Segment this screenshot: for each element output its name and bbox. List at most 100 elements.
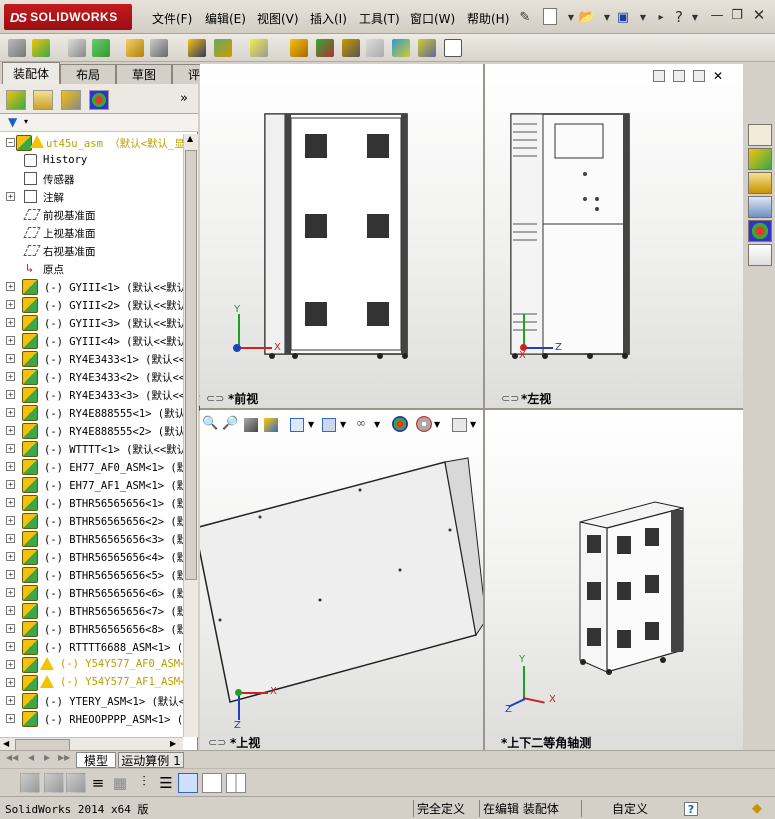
tree-item[interactable]: + (-) GYIII<2> (默认<<默认 bbox=[0, 296, 183, 314]
expand-toggle[interactable]: + bbox=[6, 282, 15, 291]
expand-toggle[interactable]: + bbox=[6, 462, 15, 471]
single-viewport-icon[interactable] bbox=[178, 773, 198, 793]
configuration-manager-icon[interactable] bbox=[61, 90, 81, 110]
tree-item[interactable]: + (-) RHEOOPPPP_ASM<1> (默 bbox=[0, 710, 183, 728]
tab-layout[interactable]: 布局 bbox=[60, 64, 116, 84]
tree-item[interactable]: History bbox=[0, 152, 183, 170]
list-icon[interactable]: ≡ bbox=[88, 773, 108, 793]
tree-item[interactable]: + (-) RY4E3433<1> (默认<< bbox=[0, 350, 183, 368]
appearances-scenes-icon[interactable] bbox=[748, 220, 772, 242]
mate-icon[interactable] bbox=[68, 39, 86, 57]
view-orientation-icon[interactable] bbox=[290, 418, 304, 432]
snapshot-icon[interactable] bbox=[444, 39, 462, 57]
scroll-left-icon[interactable]: ◀ bbox=[3, 739, 9, 748]
options-icon[interactable] bbox=[44, 773, 64, 793]
tree-vertical-scrollbar[interactable]: ▲ bbox=[183, 134, 198, 737]
single-view-icon[interactable] bbox=[653, 70, 665, 82]
next-tab-icon[interactable]: ▶ bbox=[44, 753, 50, 762]
zoom-to-fit-icon[interactable]: 🔍 bbox=[202, 416, 220, 434]
viewport-top[interactable]: X Z ⊂⊃ *上视 bbox=[200, 410, 483, 750]
tree-item[interactable]: + 注解 bbox=[0, 188, 183, 206]
hide-show-items-icon[interactable]: ∞ bbox=[356, 416, 374, 434]
pin-icon[interactable]: ✎ bbox=[516, 8, 534, 26]
tree-item[interactable]: + (-) RY4E888555<1> (默认 bbox=[0, 404, 183, 422]
restore-view-icon[interactable] bbox=[693, 70, 705, 82]
collapse-toggle[interactable]: − bbox=[6, 138, 15, 147]
tree-item[interactable]: + (-) BTHR56565656<7> (默 bbox=[0, 602, 183, 620]
expand-toggle[interactable]: + bbox=[6, 318, 15, 327]
tab-model[interactable]: 模型 bbox=[76, 752, 116, 768]
tree-item[interactable]: + (-) RTTTT6688_ASM<1> (默 bbox=[0, 638, 183, 656]
tile-horizontal-icon[interactable]: ☰ bbox=[156, 773, 176, 793]
collapse-items-icon[interactable] bbox=[66, 773, 86, 793]
feature-tree-icon[interactable] bbox=[6, 90, 26, 110]
viewport-left[interactable]: ✕ Z X ⊂⊃ *左视 bbox=[485, 64, 743, 408]
viewport-isometric[interactable]: Y X Z *上下二等角轴测 bbox=[485, 410, 743, 750]
vertical-viewport-divider[interactable] bbox=[483, 64, 485, 750]
solidworks-resources-icon[interactable] bbox=[748, 124, 772, 146]
edit-appearance-icon[interactable] bbox=[392, 416, 408, 432]
expand-toggle[interactable]: + bbox=[6, 426, 15, 435]
help-icon[interactable]: ? bbox=[684, 802, 698, 816]
menu-help[interactable]: 帮助(H) bbox=[467, 10, 509, 27]
tree-filter-bar[interactable]: ▼ ▾ bbox=[0, 114, 198, 132]
minimize-icon[interactable]: — bbox=[708, 6, 726, 24]
tree-item[interactable]: + (-) RY4E888555<2> (默认 bbox=[0, 422, 183, 440]
tree-item[interactable]: + (-) Y54Y577_AF0_ASM< bbox=[0, 656, 183, 674]
prev-tab-icon[interactable]: ◀ bbox=[28, 753, 34, 762]
two-view-icon[interactable] bbox=[673, 70, 685, 82]
more-icon[interactable]: ▸ bbox=[652, 8, 670, 26]
new-document-icon[interactable] bbox=[543, 8, 557, 25]
expand-toggle[interactable]: + bbox=[6, 516, 15, 525]
chevron-down-icon[interactable]: ▼ bbox=[434, 420, 452, 438]
expand-toggle[interactable]: + bbox=[6, 624, 15, 633]
tree-item[interactable]: + (-) BTHR56565656<6> (默 bbox=[0, 584, 183, 602]
menu-edit[interactable]: 编辑(E) bbox=[205, 10, 246, 27]
insert-component-icon[interactable] bbox=[32, 39, 50, 57]
open-folder-icon[interactable]: 📂 bbox=[578, 8, 596, 26]
instant3d-icon[interactable] bbox=[418, 39, 436, 57]
exploded-view-icon[interactable] bbox=[342, 39, 360, 57]
tree-item[interactable]: + (-) BTHR56565656<2> (默 bbox=[0, 512, 183, 530]
move-component-icon[interactable] bbox=[150, 39, 168, 57]
expand-toggle[interactable]: + bbox=[6, 336, 15, 345]
expand-toggle[interactable]: + bbox=[6, 534, 15, 543]
close-icon[interactable]: ✕ bbox=[750, 6, 768, 24]
link-view-icon[interactable]: ⊂⊃ bbox=[501, 392, 519, 405]
menu-file[interactable]: 文件(F) bbox=[152, 10, 192, 27]
linear-pattern-icon[interactable] bbox=[92, 39, 110, 57]
menu-tools[interactable]: 工具(T) bbox=[359, 10, 400, 27]
new-motion-study-icon[interactable] bbox=[290, 39, 308, 57]
tree-item[interactable]: + (-) EH77_AF0_ASM<1> (默 bbox=[0, 458, 183, 476]
expand-toggle[interactable]: + bbox=[6, 606, 15, 615]
tag-icon[interactable]: ◆ bbox=[752, 800, 762, 817]
scroll-right-icon[interactable]: ▶ bbox=[170, 739, 176, 748]
close-view-icon[interactable]: ✕ bbox=[713, 70, 723, 82]
tree-item[interactable]: + (-) BTHR56565656<3> (默 bbox=[0, 530, 183, 548]
bill-of-materials-icon[interactable] bbox=[316, 39, 334, 57]
tree-item[interactable]: + (-) GYIII<1> (默认<<默认 bbox=[0, 278, 183, 296]
expand-toggle[interactable]: + bbox=[6, 696, 15, 705]
show-hidden-icon[interactable] bbox=[188, 39, 206, 57]
interference-detection-icon[interactable] bbox=[392, 39, 410, 57]
design-library-icon[interactable] bbox=[748, 148, 772, 170]
apply-scene-icon[interactable] bbox=[416, 416, 432, 432]
tree-item[interactable]: + (-) BTHR56565656<8> (默 bbox=[0, 620, 183, 638]
grid-list-icon[interactable]: ▦ bbox=[110, 773, 130, 793]
tree-item[interactable]: 上视基准面 bbox=[0, 224, 183, 242]
tab-assembly[interactable]: 装配体 bbox=[2, 62, 60, 84]
reference-geometry-icon[interactable] bbox=[250, 39, 268, 57]
file-explorer-icon[interactable] bbox=[748, 172, 772, 194]
tree-item[interactable]: + (-) BTHR56565656<4> (默 bbox=[0, 548, 183, 566]
expand-toggle[interactable]: + bbox=[6, 408, 15, 417]
expand-toggle[interactable]: + bbox=[6, 570, 15, 579]
tab-sketch[interactable]: 草图 bbox=[116, 64, 172, 84]
two-viewport-icon[interactable] bbox=[202, 773, 222, 793]
horizontal-viewport-divider[interactable] bbox=[200, 408, 743, 410]
expand-toggle[interactable]: + bbox=[6, 300, 15, 309]
chevron-down-icon[interactable]: ▼ bbox=[470, 420, 488, 438]
new-part-icon[interactable] bbox=[8, 39, 26, 57]
expand-toggle[interactable]: + bbox=[6, 354, 15, 363]
assembly-features-icon[interactable] bbox=[214, 39, 232, 57]
expand-toggle[interactable]: + bbox=[6, 480, 15, 489]
